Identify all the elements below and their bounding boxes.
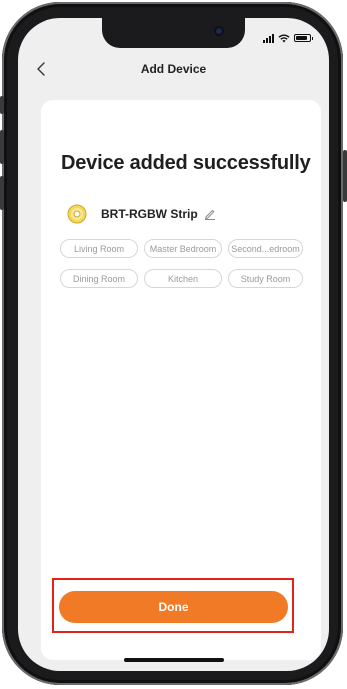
device-name: BRT-RGBW Strip xyxy=(101,207,198,221)
device-row: BRT-RGBW Strip xyxy=(67,203,216,225)
home-indicator[interactable] xyxy=(124,658,224,662)
battery-icon xyxy=(294,34,313,42)
phone-screen: Add Device Device added successfully BRT… xyxy=(18,18,329,671)
signal-icon xyxy=(263,33,274,43)
room-chip-kitchen[interactable]: Kitchen xyxy=(144,269,222,288)
volume-down-button xyxy=(0,176,4,210)
done-button[interactable]: Done xyxy=(59,591,288,623)
room-chip-master-bedroom[interactable]: Master Bedroom xyxy=(144,239,222,258)
pencil-icon[interactable] xyxy=(204,208,216,220)
camera-icon xyxy=(214,26,224,36)
volume-up-button xyxy=(0,130,4,164)
page-title: Add Device xyxy=(140,62,207,76)
room-chip-living-room[interactable]: Living Room xyxy=(60,239,138,258)
result-card: Device added successfully BRT-RGBW Strip… xyxy=(41,100,321,660)
wifi-icon xyxy=(278,34,290,42)
room-chip-dining-room[interactable]: Dining Room xyxy=(60,269,138,288)
room-chip-second-bedroom[interactable]: Second...edroom xyxy=(228,239,303,258)
room-chip-study-room[interactable]: Study Room xyxy=(228,269,303,288)
silent-switch xyxy=(0,96,4,114)
app-screenshot: Add Device Device added successfully BRT… xyxy=(0,0,347,689)
notch xyxy=(102,18,245,48)
success-headline: Device added successfully xyxy=(61,152,311,174)
power-button xyxy=(343,150,347,202)
light-strip-icon xyxy=(67,204,87,224)
status-bar xyxy=(263,32,313,44)
